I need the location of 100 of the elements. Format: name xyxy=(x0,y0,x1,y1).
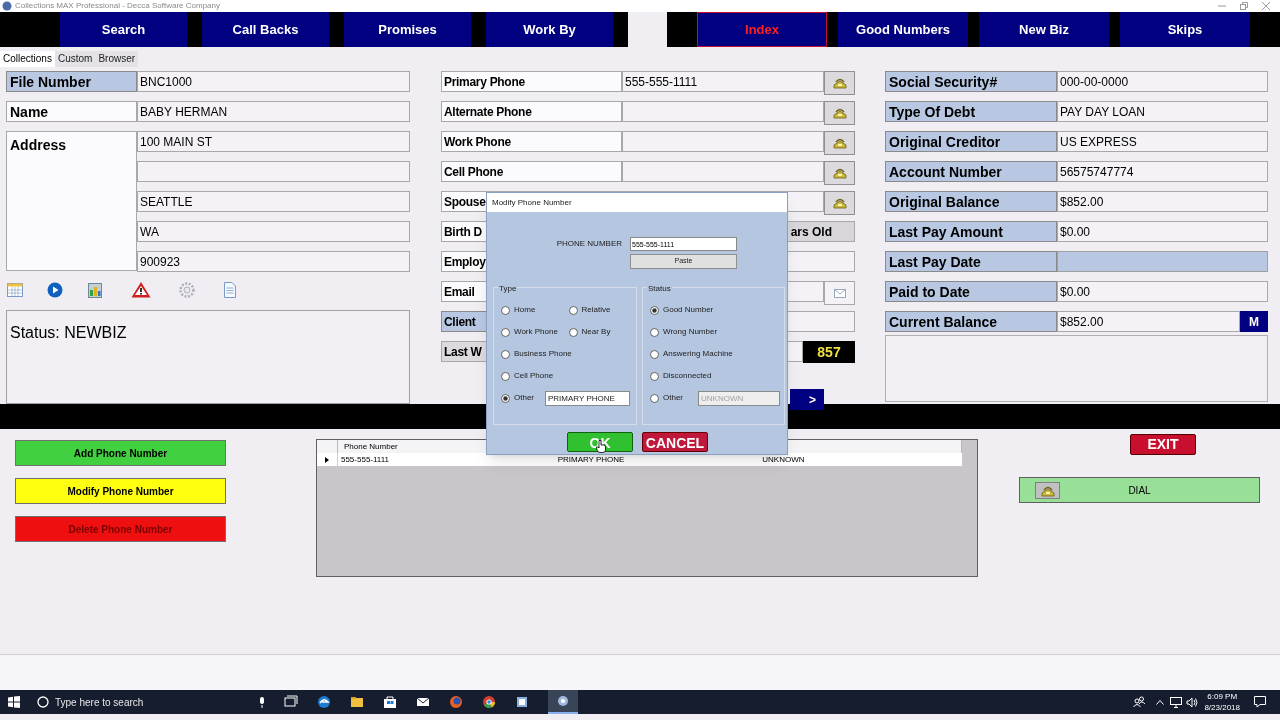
volume-icon[interactable] xyxy=(1186,696,1199,708)
microphone-icon[interactable] xyxy=(259,696,265,708)
radio-button[interactable] xyxy=(650,349,659,359)
field-label: Work Phone xyxy=(444,133,511,151)
field-label: Type Of Debt xyxy=(885,101,1057,122)
close-icon[interactable] xyxy=(1262,2,1270,10)
radio-button[interactable] xyxy=(501,327,510,337)
radio-button[interactable] xyxy=(501,393,510,403)
text-field[interactable]: 900923 xyxy=(137,251,410,272)
field-label: Birth D xyxy=(444,223,482,241)
play-icon[interactable] xyxy=(47,281,63,298)
text-field[interactable] xyxy=(622,131,824,152)
text-field[interactable]: $0.00 xyxy=(1057,281,1268,302)
window-app-icon[interactable] xyxy=(556,694,570,708)
radio-button[interactable] xyxy=(568,305,578,315)
tab[interactable]: Collections xyxy=(0,51,55,67)
field-label: Account Number xyxy=(885,161,1057,182)
text-field[interactable]: $852.00 xyxy=(1057,311,1240,332)
warning-icon[interactable] xyxy=(131,281,151,299)
radio-button[interactable] xyxy=(501,371,510,381)
tab[interactable]: Custom xyxy=(54,51,96,67)
phone-button[interactable] xyxy=(824,161,855,185)
text-field[interactable]: $852.00 xyxy=(1057,191,1268,212)
exit-button[interactable]: EXIT xyxy=(1130,434,1196,455)
phone-button[interactable] xyxy=(824,191,855,215)
text-field[interactable]: 56575747774 xyxy=(1057,161,1268,182)
folder-icon[interactable] xyxy=(350,695,364,709)
nav-button[interactable]: Good Numbers xyxy=(838,12,968,47)
radio-button[interactable] xyxy=(650,393,659,403)
text-field[interactable]: PRIMARY PHONE xyxy=(545,390,630,406)
search-field[interactable]: Type here to search xyxy=(37,690,255,714)
notification-icon[interactable] xyxy=(1254,696,1266,708)
text-field[interactable]: BNC1000 xyxy=(137,71,410,92)
radio-button[interactable] xyxy=(501,305,510,315)
action-button[interactable]: Add Phone Number xyxy=(15,440,226,466)
people-icon[interactable] xyxy=(1133,696,1146,708)
clock[interactable]: 6:09 PM 8/23/2018 xyxy=(1204,691,1240,713)
row-pointer-icon xyxy=(325,456,329,463)
balance-button[interactable]: M xyxy=(1240,311,1268,332)
radio-button[interactable] xyxy=(650,371,659,381)
grid-row[interactable]: 555-555-1111 PRIMARY PHONE UNKNOWN xyxy=(317,453,962,466)
phone-number-label: PHONE NUMBER xyxy=(555,238,622,250)
network-icon[interactable] xyxy=(1170,696,1183,708)
action-button[interactable]: Modify Phone Number xyxy=(15,478,226,504)
text-field[interactable]: 555-555-1111 xyxy=(622,71,824,92)
cancel-button[interactable]: CANCEL xyxy=(642,432,708,452)
text-field[interactable]: SEATTLE xyxy=(137,191,410,212)
nav-button[interactable]: Index xyxy=(697,12,827,47)
calendar-icon[interactable] xyxy=(7,282,23,297)
window-app-icon[interactable] xyxy=(515,695,529,709)
phone-button[interactable] xyxy=(824,71,855,95)
dial-button[interactable]: DIAL xyxy=(1019,477,1260,503)
field-label: Social Security# xyxy=(885,71,1057,92)
mail-icon[interactable] xyxy=(416,695,430,709)
option-label: Business Phone xyxy=(514,348,572,360)
phone-button[interactable] xyxy=(824,101,855,125)
task-view-icon[interactable] xyxy=(284,695,298,709)
field-label: Original Creditor xyxy=(885,131,1057,152)
text-field[interactable] xyxy=(622,101,824,122)
text-field[interactable] xyxy=(622,161,824,182)
text-field[interactable]: $0.00 xyxy=(1057,221,1268,242)
radio-button[interactable] xyxy=(501,349,510,359)
dialog-title: Modify Phone Number xyxy=(492,196,572,209)
radio-button[interactable] xyxy=(650,327,659,337)
nav-button[interactable]: New Biz xyxy=(979,12,1109,47)
text-field[interactable]: BABY HERMAN xyxy=(137,101,410,122)
email-button[interactable] xyxy=(824,281,855,305)
next-button[interactable]: > xyxy=(790,389,824,410)
option-label: Good Number xyxy=(663,304,714,316)
phone-icon xyxy=(1040,484,1055,497)
chevron-up-icon[interactable] xyxy=(1156,699,1165,705)
text-field[interactable]: US EXPRESS xyxy=(1057,131,1268,152)
text-field[interactable] xyxy=(1057,251,1268,272)
tab[interactable]: Browser xyxy=(95,51,139,67)
text-field[interactable]: 100 MAIN ST xyxy=(137,131,410,152)
field-label: Original Balance xyxy=(885,191,1057,212)
text-field[interactable]: 000-00-0000 xyxy=(1057,71,1268,92)
text-field[interactable]: WA xyxy=(137,221,410,242)
phone-button[interactable] xyxy=(824,131,855,155)
browser-icon[interactable] xyxy=(317,695,331,709)
nav-button[interactable]: Promises xyxy=(344,12,471,47)
option-label: Answering Machine xyxy=(663,348,733,360)
restore-icon[interactable] xyxy=(1240,2,1248,10)
radio-button[interactable] xyxy=(568,327,578,337)
count-badge: 857 xyxy=(803,341,855,363)
text-field[interactable] xyxy=(137,161,410,182)
field-label: File Number xyxy=(6,71,137,92)
windows-icon[interactable] xyxy=(8,696,20,708)
radio-button[interactable] xyxy=(650,305,659,315)
nav-button[interactable]: Search xyxy=(60,12,187,47)
option-label: Disconnected xyxy=(663,370,712,382)
store-icon[interactable] xyxy=(383,695,397,709)
document-icon[interactable] xyxy=(224,281,236,298)
chart-icon[interactable] xyxy=(88,281,102,298)
field-label: Last Pay Date xyxy=(885,251,1057,272)
nav-button[interactable]: Skips xyxy=(1120,12,1250,47)
nav-button[interactable]: Call Backs xyxy=(202,12,329,47)
text-field[interactable]: PAY DAY LOAN xyxy=(1057,101,1268,122)
field-label: Current Balance xyxy=(885,311,1057,332)
nav-button[interactable]: Work By xyxy=(486,12,613,47)
